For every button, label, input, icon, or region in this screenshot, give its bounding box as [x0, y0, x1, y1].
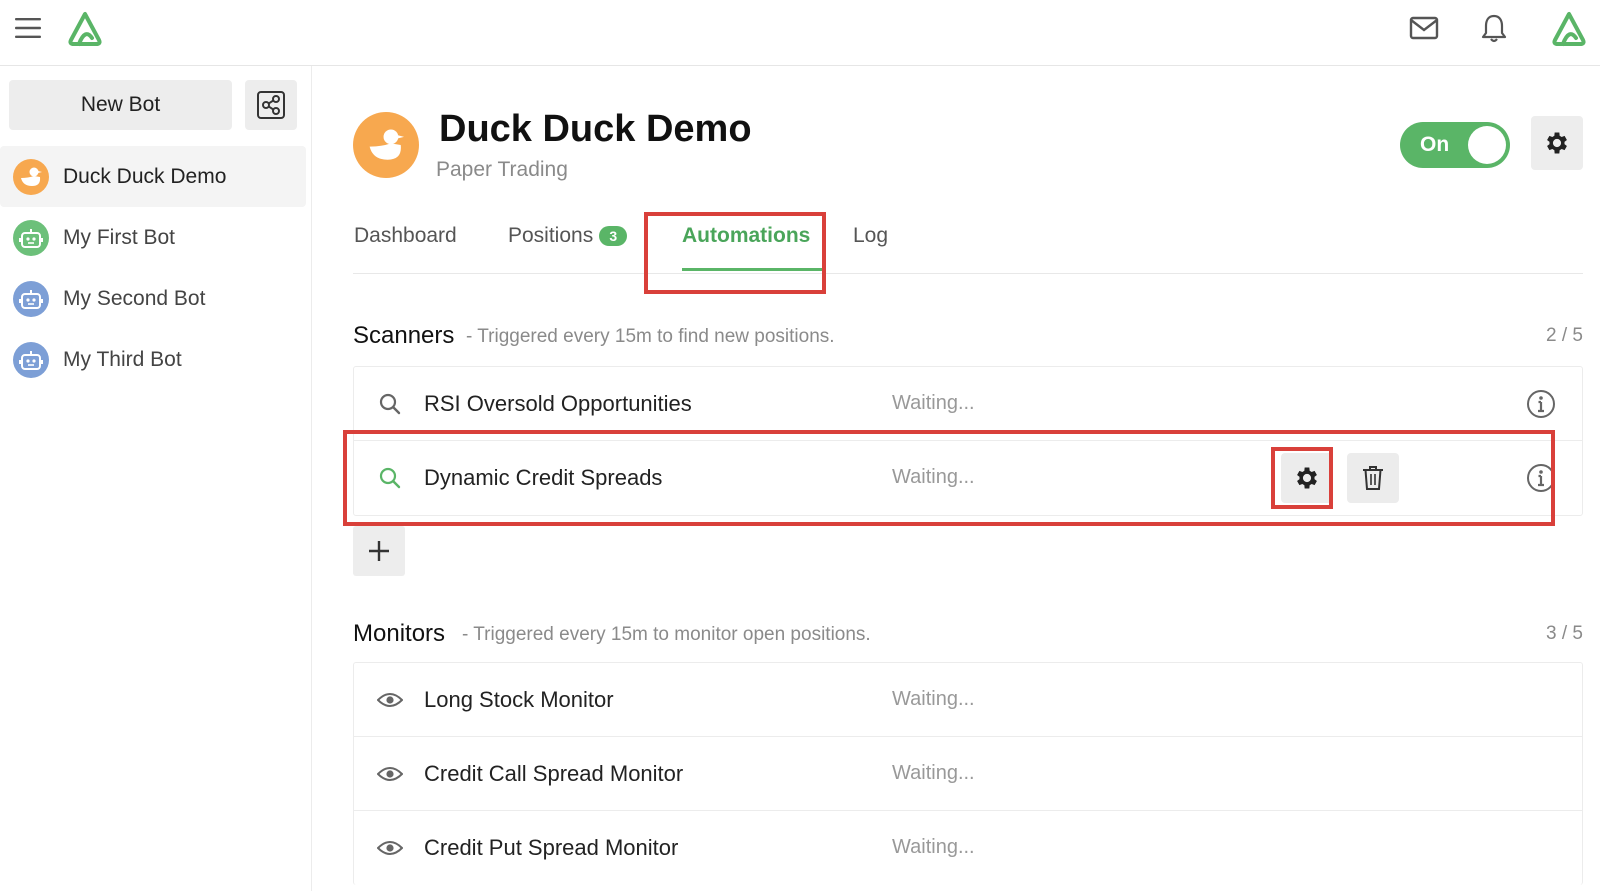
list-item[interactable]: RSI Oversold Opportunities Waiting... [354, 367, 1582, 441]
info-icon[interactable] [1524, 387, 1558, 421]
trash-icon [1363, 466, 1383, 490]
scanners-count: 2 / 5 [1546, 325, 1583, 346]
sidebar-item-label: Duck Duck Demo [63, 164, 227, 188]
sidebar-item-label: My Third Bot [63, 347, 182, 371]
page-title: Duck Duck Demo [439, 108, 752, 150]
mail-icon[interactable] [1406, 10, 1442, 46]
eye-icon [376, 760, 404, 788]
tab-positions[interactable]: Positions 3 [508, 224, 628, 248]
brand-logo-icon[interactable] [62, 6, 108, 52]
bot-on-off-toggle[interactable]: On [1400, 122, 1510, 168]
tab-log[interactable]: Log [853, 224, 888, 248]
sidebar-item-label: My Second Bot [63, 286, 206, 310]
tab-label: Log [853, 224, 889, 247]
monitors-count: 3 / 5 [1546, 623, 1583, 644]
scanners-header: Scanners - Triggered every 15m to find n… [353, 322, 1583, 354]
bot-settings-button[interactable] [1531, 116, 1583, 170]
list-item[interactable]: Credit Call Spread Monitor Waiting... [354, 737, 1582, 811]
tab-dashboard[interactable]: Dashboard [354, 224, 457, 248]
search-icon [376, 464, 404, 492]
monitors-header: Monitors - Triggered every 15m to monito… [353, 620, 1583, 652]
main-content: Duck Duck Demo Paper Trading On Dashboar… [343, 66, 1583, 891]
robot-icon [13, 341, 49, 378]
account-logo-icon[interactable] [1546, 6, 1592, 52]
duck-icon [13, 158, 49, 195]
sidebar-item-my-second-bot[interactable]: My Second Bot [0, 268, 312, 329]
share-icon [257, 91, 285, 119]
bot-list: Duck Duck Demo My First Bot My Second Bo… [0, 146, 312, 390]
top-bar [0, 0, 1600, 66]
tab-label: Automations [682, 224, 811, 247]
eye-icon [376, 834, 404, 862]
monitors-description: - Triggered every 15m to monitor open po… [462, 624, 871, 645]
scanners-description: - Triggered every 15m to find new positi… [466, 326, 835, 347]
plus-icon [369, 541, 389, 561]
info-icon[interactable] [1524, 461, 1558, 495]
list-item[interactable]: Dynamic Credit Spreads Waiting... [354, 441, 1582, 515]
active-tab-indicator [682, 268, 822, 271]
tab-bar: Dashboard Positions 3 Automations Log [353, 216, 1583, 274]
eye-icon [376, 686, 404, 714]
sidebar-item-label: My First Bot [63, 225, 176, 249]
monitor-name: Credit Call Spread Monitor [424, 761, 684, 786]
list-item[interactable]: Long Stock Monitor Waiting... [354, 663, 1582, 737]
scanners-list: RSI Oversold Opportunities Waiting... Dy… [353, 366, 1583, 516]
monitor-status: Waiting... [892, 836, 975, 858]
search-icon [376, 390, 404, 418]
monitor-status: Waiting... [892, 762, 975, 784]
sidebar-item-my-third-bot[interactable]: My Third Bot [0, 329, 312, 390]
hamburger-icon[interactable] [10, 10, 46, 46]
monitor-status: Waiting... [892, 688, 975, 710]
trading-mode-label: Paper Trading [436, 158, 568, 181]
scanner-status: Waiting... [892, 392, 975, 414]
monitors-list: Long Stock Monitor Waiting... Credit Cal… [353, 662, 1583, 885]
sidebar-item-my-first-bot[interactable]: My First Bot [0, 207, 312, 268]
tab-automations[interactable]: Automations [682, 224, 810, 248]
tab-label: Positions [508, 224, 594, 247]
scanner-settings-button[interactable] [1281, 453, 1333, 503]
monitor-name: Long Stock Monitor [424, 687, 614, 712]
monitors-title: Monitors [353, 620, 446, 647]
positions-count-badge: 3 [599, 226, 628, 246]
scanner-name: RSI Oversold Opportunities [424, 391, 692, 416]
scanner-delete-button[interactable] [1347, 453, 1399, 503]
duck-avatar-icon [353, 112, 419, 178]
list-item[interactable]: Credit Put Spread Monitor Waiting... [354, 811, 1582, 885]
bell-icon[interactable] [1476, 8, 1512, 48]
robot-icon [13, 219, 49, 256]
new-bot-button[interactable]: New Bot [9, 80, 232, 130]
add-scanner-button[interactable] [353, 526, 405, 576]
toggle-label: On [1420, 133, 1450, 156]
toggle-knob [1468, 126, 1506, 164]
scanner-name: Dynamic Credit Spreads [424, 465, 663, 490]
share-button[interactable] [245, 80, 297, 130]
sidebar: New Bot Duck Duck Demo My First Bot My S… [0, 66, 312, 891]
scanner-status: Waiting... [892, 466, 975, 488]
tab-label: Dashboard [354, 224, 457, 247]
robot-icon [13, 280, 49, 317]
gear-icon [1547, 132, 1567, 154]
gear-icon [1297, 467, 1317, 489]
sidebar-item-duck-duck-demo[interactable]: Duck Duck Demo [0, 146, 306, 207]
monitor-name: Credit Put Spread Monitor [424, 835, 679, 860]
scanners-title: Scanners [353, 322, 455, 349]
